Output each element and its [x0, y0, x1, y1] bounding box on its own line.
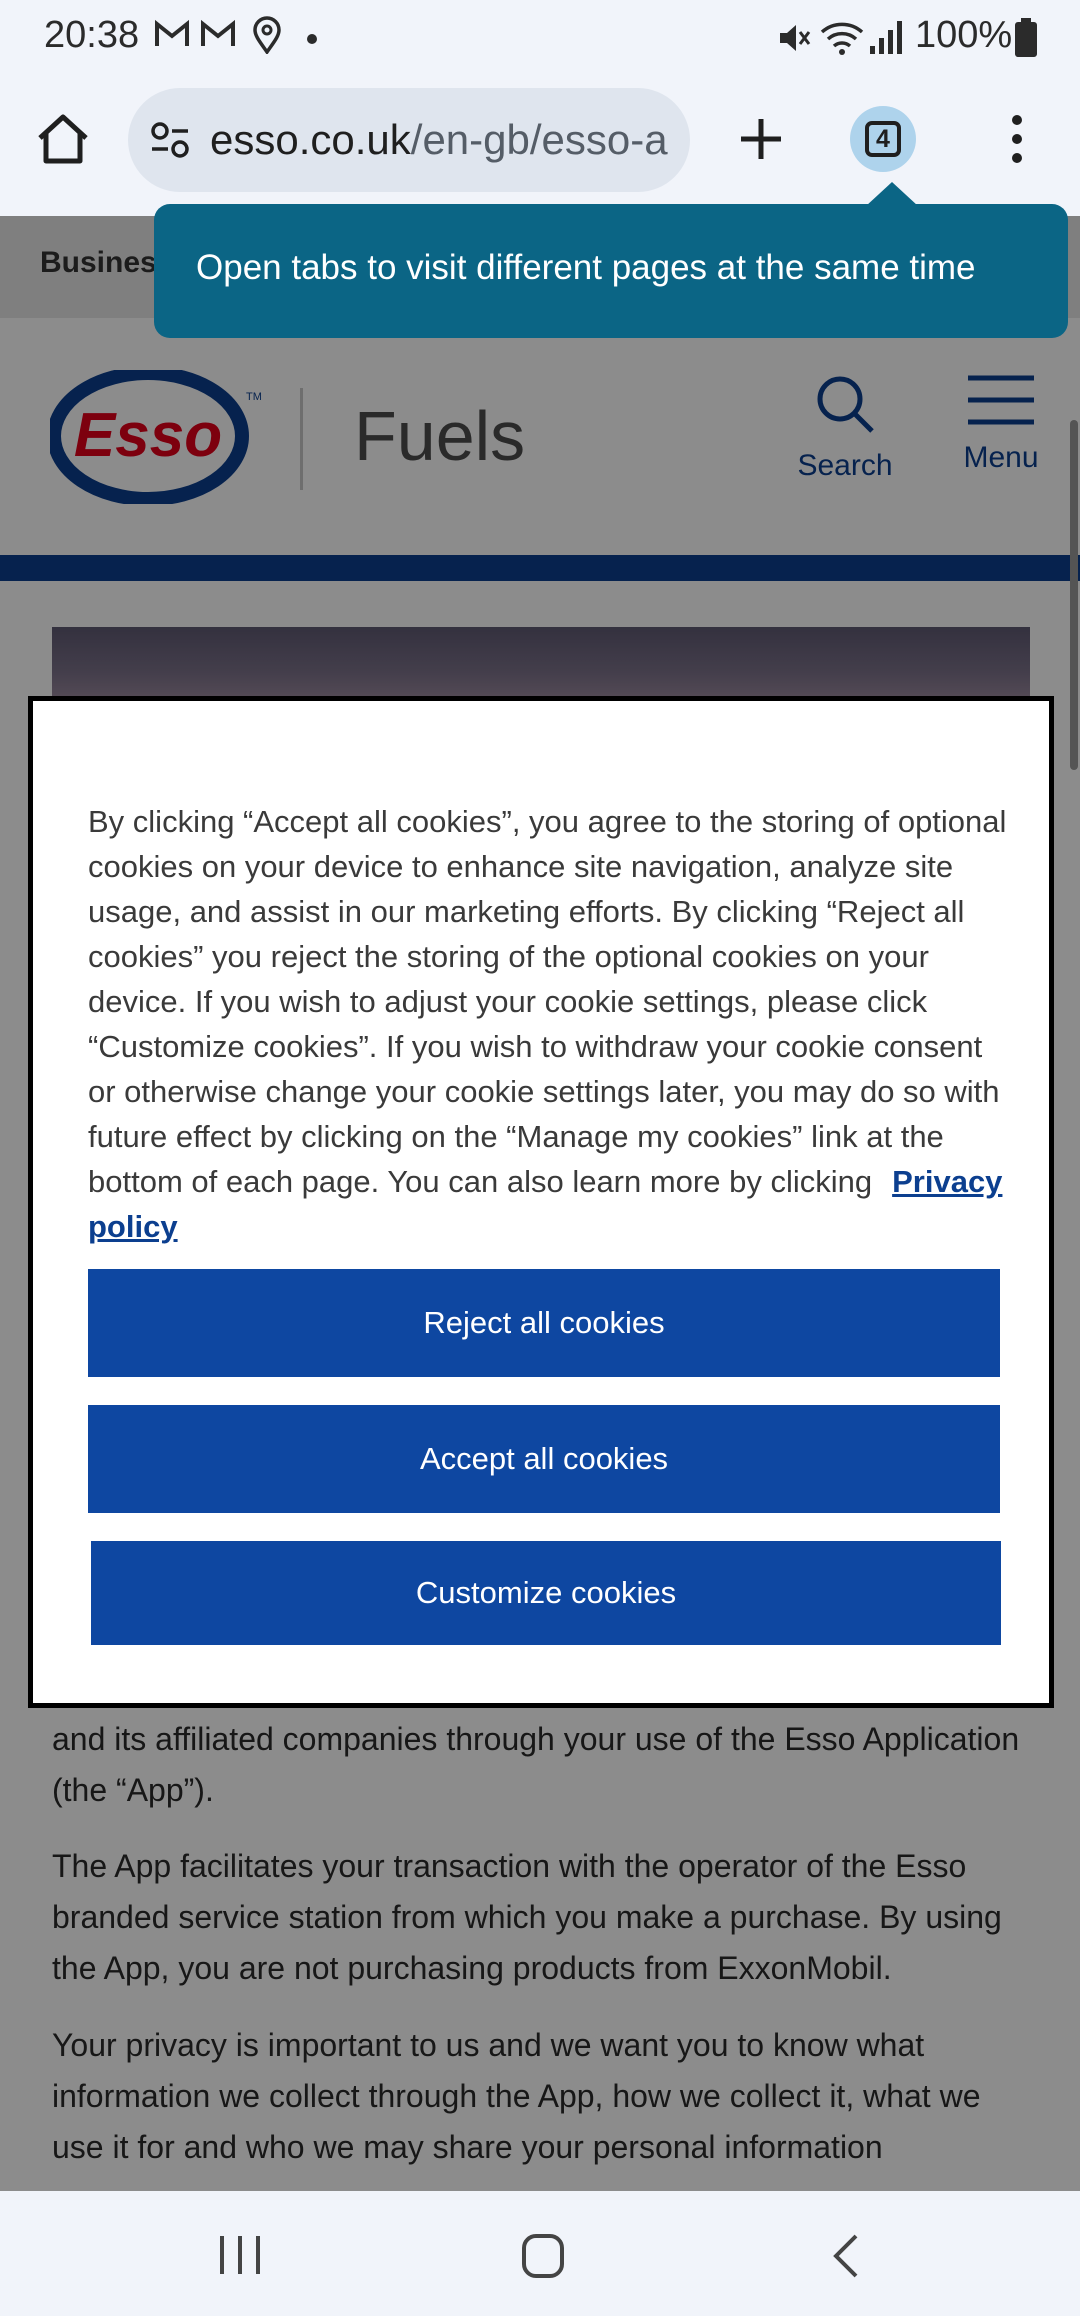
battery-percentage: 100% — [915, 14, 1013, 56]
home-nav-icon — [522, 2234, 564, 2278]
cookie-consent-body: By clicking “Accept all cookies”, you ag… — [88, 804, 1007, 1199]
tooltip-arrow — [866, 182, 918, 206]
mute-icon — [776, 20, 812, 61]
url-host: esso.co.uk — [210, 116, 411, 163]
back-button[interactable] — [820, 2226, 872, 2286]
accept-all-cookies-button[interactable]: Accept all cookies — [88, 1405, 1000, 1513]
tab-count: 4 — [865, 121, 901, 157]
cookie-consent-text: By clicking “Accept all cookies”, you ag… — [88, 799, 1008, 1249]
plus-icon — [741, 119, 781, 159]
new-tab-button[interactable] — [726, 104, 796, 174]
reject-all-cookies-button[interactable]: Reject all cookies — [88, 1269, 1000, 1377]
status-time: 20:38 — [44, 14, 140, 56]
more-vert-icon — [1012, 115, 1022, 163]
recents-button[interactable] — [210, 2232, 270, 2278]
recents-icon — [220, 2236, 260, 2274]
dot-icon — [306, 32, 318, 50]
site-settings-icon[interactable] — [148, 118, 192, 167]
home-icon — [38, 114, 88, 164]
cookie-dialog: By clicking “Accept all cookies”, you ag… — [28, 696, 1054, 1708]
customize-cookies-button[interactable]: Customize cookies — [91, 1541, 1001, 1645]
home-nav-button[interactable] — [510, 2226, 576, 2286]
battery-icon — [1014, 18, 1038, 63]
url-text: esso.co.uk/en-gb/esso-a — [210, 116, 668, 164]
back-icon — [833, 2234, 858, 2278]
tab-switcher-button[interactable]: 4 — [850, 106, 916, 172]
url-bar[interactable]: esso.co.uk/en-gb/esso-a — [128, 88, 690, 192]
tooltip-text: Open tabs to visit different pages at th… — [196, 248, 976, 287]
gmail-icon — [154, 18, 190, 55]
wifi-icon — [820, 20, 864, 61]
tabs-tooltip[interactable]: Open tabs to visit different pages at th… — [154, 204, 1068, 338]
location-icon — [252, 16, 282, 59]
gmail-icon — [200, 18, 236, 55]
overflow-menu-button[interactable] — [990, 104, 1044, 174]
url-path: /en-gb/esso-a — [410, 116, 668, 163]
home-button[interactable] — [28, 104, 98, 174]
signal-icon — [868, 18, 904, 61]
